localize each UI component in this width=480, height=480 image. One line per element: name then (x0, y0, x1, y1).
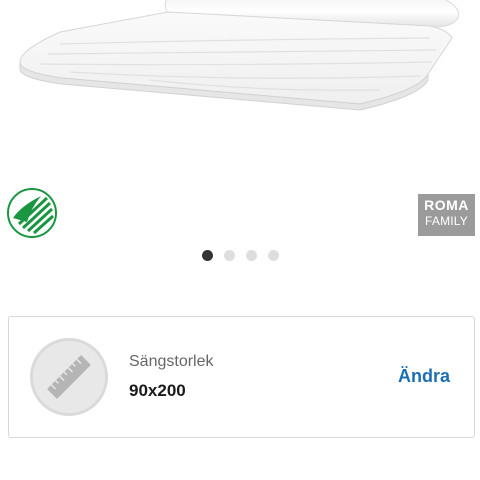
nordic-swan-ecolabel-icon (7, 188, 57, 238)
brand-badge: ROMA FAMILY (418, 194, 475, 236)
bed-size-value: 90x200 (129, 381, 186, 400)
bed-size-card[interactable]: Sängstorlek 90x200 Ändra (8, 316, 475, 438)
carousel-dot-4[interactable] (268, 249, 279, 261)
bed-size-label: Sängstorlek (129, 353, 214, 370)
carousel-dot-1[interactable] (202, 249, 213, 261)
mattress-topper-image (19, 0, 460, 111)
carousel-pagination (202, 249, 279, 261)
ruler-icon (30, 338, 108, 416)
carousel-dot-3[interactable] (246, 249, 257, 261)
brand-badge-subname: FAMILY (425, 214, 468, 228)
carousel-dot-2[interactable] (224, 249, 235, 261)
product-image[interactable] (0, 0, 480, 170)
change-size-link[interactable]: Ändra (398, 366, 450, 387)
brand-badge-name: ROMA (424, 197, 469, 213)
